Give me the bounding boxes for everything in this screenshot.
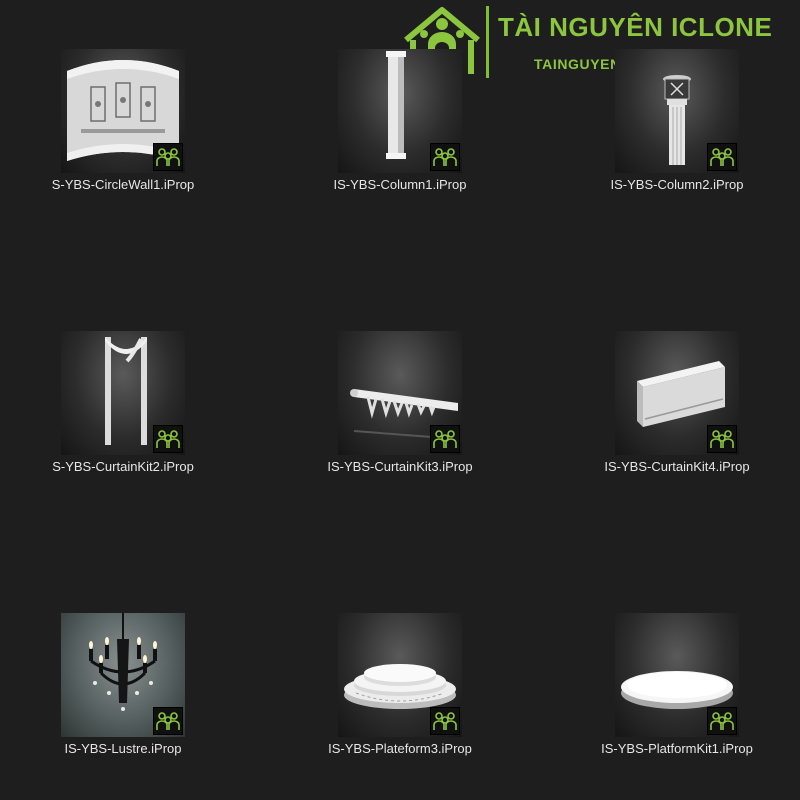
thumbnail-curtain-arch — [61, 331, 185, 455]
file-item[interactable]: IS-YBS-Column1.iProp — [285, 49, 515, 209]
thumbnail-platform-disc — [615, 613, 739, 737]
file-item[interactable]: S-YBS-CurtainKit2.iProp — [8, 331, 238, 491]
file-name: IS-YBS-Column1.iProp — [333, 177, 467, 192]
thumbnail-chandelier — [61, 613, 185, 737]
thumbnail-platform-tiered — [338, 613, 462, 737]
file-name: IS-YBS-Plateform3.iProp — [328, 741, 472, 756]
iprop-people-badge-icon — [153, 425, 183, 453]
file-item[interactable]: S-YBS-CircleWall1.iProp — [8, 49, 238, 209]
file-name: IS-YBS-Column2.iProp — [610, 177, 744, 192]
file-item[interactable]: IS-YBS-Lustre.iProp — [8, 613, 238, 773]
file-browser-grid: TÀI NGUYÊN ICLONE TAINGUYENICLONE.COM S-… — [0, 0, 800, 800]
iprop-people-badge-icon — [707, 143, 737, 171]
file-item[interactable]: IS-YBS-Plateform3.iProp — [285, 613, 515, 773]
iprop-people-badge-icon — [153, 707, 183, 735]
iprop-people-badge-icon — [430, 143, 460, 171]
file-name: IS-YBS-CurtainKit3.iProp — [327, 459, 473, 474]
file-item[interactable]: IS-YBS-Column2.iProp — [562, 49, 792, 209]
iprop-people-badge-icon — [707, 425, 737, 453]
file-item[interactable]: IS-YBS-CurtainKit3.iProp — [285, 331, 515, 491]
thumbnail-column-plain — [338, 49, 462, 173]
thumbnail-column-ornate — [615, 49, 739, 173]
file-name: IS-YBS-CurtainKit4.iProp — [604, 459, 750, 474]
thumbnail-circle-wall — [61, 49, 185, 173]
iprop-people-badge-icon — [430, 425, 460, 453]
file-name: IS-YBS-Lustre.iProp — [64, 741, 182, 756]
file-name: IS-YBS-PlatformKit1.iProp — [601, 741, 753, 756]
thumbnail-curtain-rail — [338, 331, 462, 455]
watermark-title: TÀI NGUYÊN ICLONE — [498, 12, 773, 42]
iprop-people-badge-icon — [430, 707, 460, 735]
file-item[interactable]: IS-YBS-CurtainKit4.iProp — [562, 331, 792, 491]
thumbnail-curtain-box — [615, 331, 739, 455]
file-item[interactable]: IS-YBS-PlatformKit1.iProp — [562, 613, 792, 773]
file-name: S-YBS-CurtainKit2.iProp — [52, 459, 194, 474]
file-name: S-YBS-CircleWall1.iProp — [51, 177, 195, 192]
iprop-people-badge-icon — [153, 143, 183, 171]
iprop-people-badge-icon — [707, 707, 737, 735]
